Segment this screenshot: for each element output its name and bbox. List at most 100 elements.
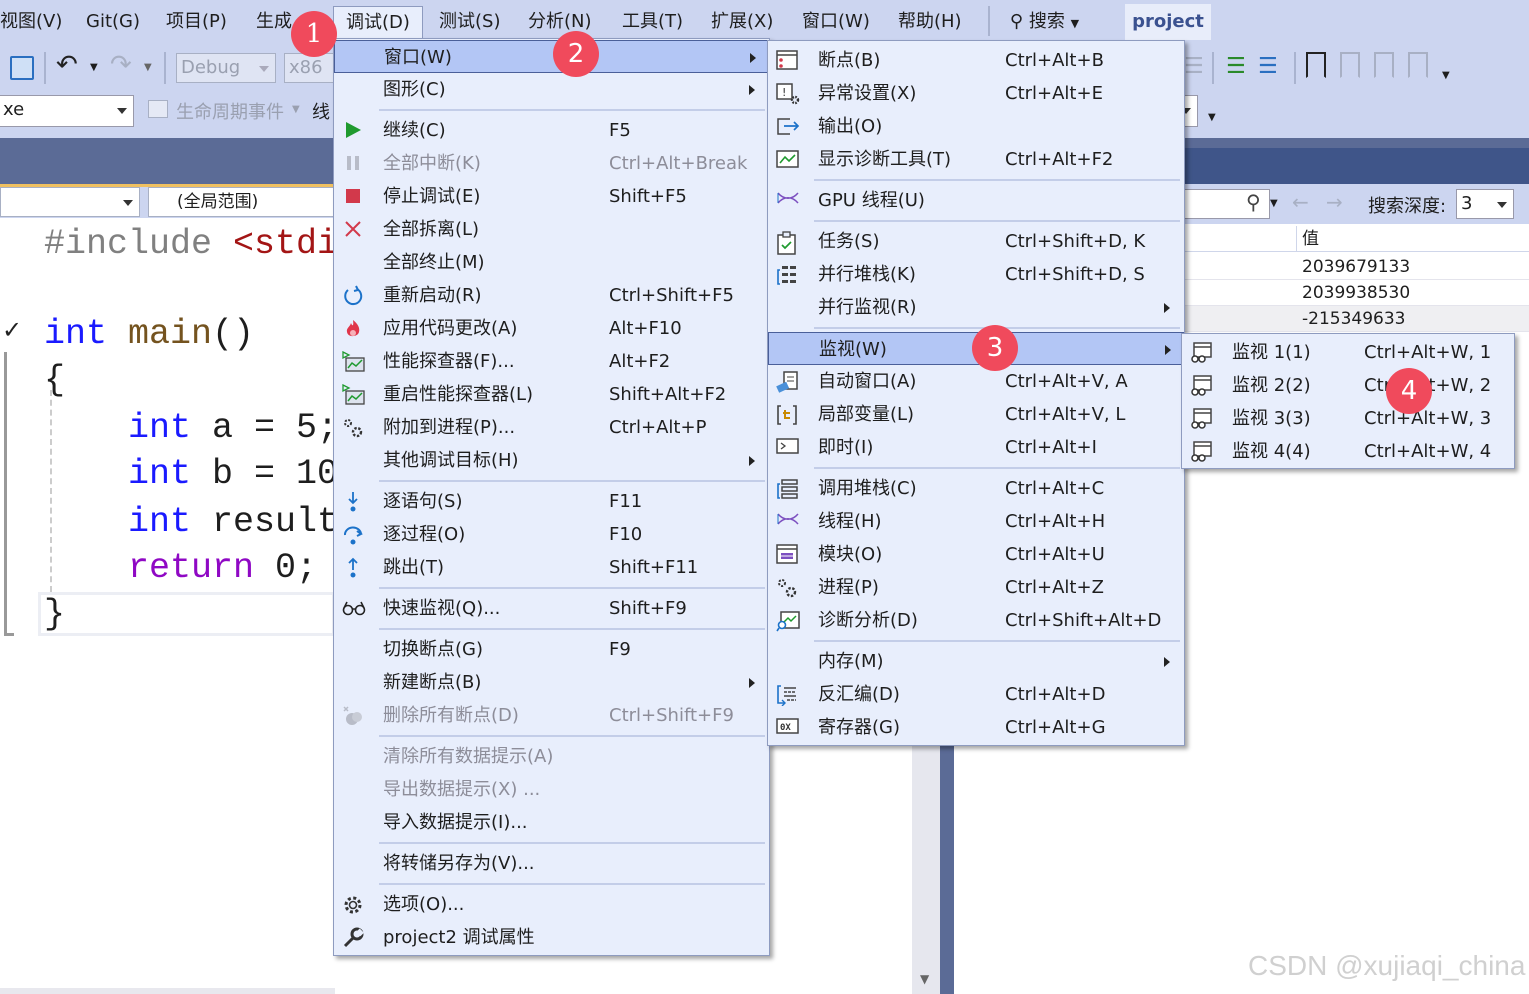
panel-splitter[interactable] (940, 740, 954, 994)
menu-help[interactable]: 帮助(H) (898, 8, 962, 38)
undo-dropdown-icon[interactable]: ▼ (90, 62, 98, 73)
menu-git[interactable]: Git(G) (86, 8, 140, 38)
menu-item[interactable]: 自动窗口(A) Ctrl+Alt+V, A (768, 365, 1184, 398)
format-icon[interactable]: ☰ (1184, 54, 1204, 79)
menu-window[interactable]: 窗口(W) (802, 8, 870, 38)
menu-item[interactable]: 监视 2(2)Ctrl+Alt+W, 2 (1182, 369, 1514, 402)
menu-view[interactable]: 视图(V) (0, 8, 62, 38)
menu-item[interactable]: 继续(C) F5 (334, 114, 769, 147)
menu-item[interactable]: 附加到进程(P)... Ctrl+Alt+P (334, 411, 769, 444)
search-button[interactable]: ⚲ 搜索 ▼ (1010, 8, 1079, 36)
menu-item-shortcut: Shift+F9 (609, 598, 687, 619)
save-icon[interactable] (10, 56, 34, 80)
menu-item[interactable]: 逐过程(O) F10 (334, 518, 769, 551)
project-scope-combo[interactable] (0, 187, 140, 217)
menu-item[interactable]: project2 调试属性 (334, 921, 769, 954)
bookmark-icon[interactable] (1306, 52, 1326, 78)
menu-item[interactable]: 删除所有断点(D) Ctrl+Shift+F9 (334, 699, 769, 732)
configuration-combo[interactable]: Debug (176, 53, 276, 83)
menu-item[interactable]: 重启性能探查器(L) Shift+Alt+F2 (334, 378, 769, 411)
menu-item[interactable]: 导出数据提示(X) ... (334, 773, 769, 806)
vertical-scrollbar[interactable]: ▼ (912, 740, 940, 994)
menu-item[interactable]: 新建断点(B) (334, 666, 769, 699)
menu-item[interactable]: 监视 1(1) Ctrl+Alt+W, 1 (1182, 336, 1514, 369)
menu-item[interactable]: 应用代码更改(A) Alt+F10 (334, 312, 769, 345)
menu-item[interactable]: 跳出(T) Shift+F11 (334, 551, 769, 584)
column-divider[interactable] (1296, 226, 1297, 252)
redo-icon[interactable]: ↷ (110, 50, 132, 80)
prev-bookmark-icon[interactable] (1340, 52, 1360, 78)
menu-tools[interactable]: 工具(T) (622, 8, 683, 38)
toolbar-overflow-icon[interactable]: ▼ (1442, 70, 1450, 81)
code-editor[interactable]: ✓ #include <stdio. int main() { int a = 5;… (0, 218, 380, 994)
menu-item[interactable]: 导入数据提示(I)... (334, 806, 769, 839)
menu-test[interactable]: 测试(S) (439, 8, 500, 38)
menu-item[interactable]: 即时(I) Ctrl+Alt+I (768, 431, 1184, 464)
menu-item[interactable]: 将转储另存为(V)... (334, 847, 769, 880)
menu-item[interactable]: 断点(B) Ctrl+Alt+B (768, 44, 1184, 77)
menu-item[interactable]: 监视 4(4) Ctrl+Alt+W, 4 (1182, 435, 1514, 468)
next-bookmark-icon[interactable] (1374, 52, 1394, 78)
menu-item-label: project2 调试属性 (383, 927, 535, 948)
menu-item[interactable]: 逐语句(S) F11 (334, 485, 769, 518)
redo-dropdown-icon[interactable]: ▼ (144, 62, 152, 73)
undo-icon[interactable]: ↶ (56, 50, 78, 80)
process-combo[interactable]: xe (0, 95, 134, 127)
menu-item[interactable]: 0X 寄存器(G) Ctrl+Alt+G (768, 711, 1184, 744)
menu-item[interactable]: 图形(C) (334, 73, 769, 106)
menu-item[interactable]: 清除所有数据提示(A) (334, 740, 769, 773)
column-header-value[interactable]: 值 (1302, 226, 1319, 252)
search-options-icon[interactable]: ▼ (1270, 198, 1278, 209)
menu-item[interactable]: 监视 3(3) Ctrl+Alt+W, 3 (1182, 402, 1514, 435)
clear-bookmarks-icon[interactable] (1408, 52, 1428, 78)
menu-item[interactable]: GPU 线程(U) (768, 184, 1184, 217)
menu-item-shortcut: Ctrl+Alt+Break (609, 153, 748, 174)
menu-item[interactable]: 窗口(W) (334, 40, 769, 73)
menu-item-label: 切换断点(G) (383, 639, 483, 660)
menu-item[interactable]: ! 异常设置(X) Ctrl+Alt+E (768, 77, 1184, 110)
menu-item[interactable]: 其他调试目标(H) (334, 444, 769, 477)
outdent-icon[interactable]: ☰ (1258, 54, 1278, 79)
menu-item[interactable]: 选项(O)... (334, 888, 769, 921)
search-depth-combo[interactable]: 3 (1456, 189, 1514, 219)
menu-item[interactable]: 全部拆离(L) (334, 213, 769, 246)
menu-item[interactable]: 诊断分析(D) Ctrl+Shift+Alt+D (768, 604, 1184, 637)
scroll-down-icon[interactable]: ▼ (920, 972, 929, 986)
menu-item[interactable]: 任务(S) Ctrl+Shift+D, K (768, 225, 1184, 258)
menu-item[interactable]: 性能探查器(F)... Alt+F2 (334, 345, 769, 378)
menu-build[interactable]: 生成 (256, 8, 292, 38)
menu-item[interactable]: 输出(O) (768, 110, 1184, 143)
forward-arrow-icon[interactable]: → (1326, 190, 1343, 214)
editor-hscrollbar[interactable] (0, 988, 335, 994)
toolbar-overflow-icon[interactable]: ▼ (1208, 112, 1216, 123)
back-arrow-icon[interactable]: ← (1292, 190, 1309, 214)
scope-combo[interactable]: (全局范围) (148, 187, 338, 217)
menu-item[interactable]: 切换断点(G) F9 (334, 633, 769, 666)
menu-item[interactable]: 并行监视(R) (768, 291, 1184, 324)
menu-item[interactable]: 反汇编(D) Ctrl+Alt+D (768, 678, 1184, 711)
menu-item-label: GPU 线程(U) (818, 190, 925, 211)
menu-item[interactable]: 进程(P) Ctrl+Alt+Z (768, 571, 1184, 604)
menu-item[interactable]: 调用堆栈(C) Ctrl+Alt+C (768, 472, 1184, 505)
menu-item[interactable]: 模块(O) Ctrl+Alt+U (768, 538, 1184, 571)
platform-combo[interactable]: x86 (284, 53, 334, 83)
menu-item[interactable]: 线程(H) Ctrl+Alt+H (768, 505, 1184, 538)
menu-item[interactable]: 显示诊断工具(T) Ctrl+Alt+F2 (768, 143, 1184, 176)
indent-icon[interactable]: ☰ (1226, 54, 1246, 79)
lifecycle-dropdown-icon[interactable]: ▼ (292, 104, 300, 115)
svg-text:!: ! (782, 86, 786, 99)
menu-item[interactable]: 全部中断(K) Ctrl+Alt+Break (334, 147, 769, 180)
menu-item[interactable]: 并行堆栈(K) Ctrl+Shift+D, S (768, 258, 1184, 291)
menu-item[interactable]: 内存(M) (768, 645, 1184, 678)
menu-item[interactable]: 全部终止(M) (334, 246, 769, 279)
collapse-check-icon[interactable]: ✓ (2, 316, 22, 344)
menu-item[interactable]: 重新启动(R) Ctrl+Shift+F5 (334, 279, 769, 312)
menu-extensions[interactable]: 扩展(X) (711, 8, 773, 38)
menu-item-label: 继续(C) (383, 120, 446, 141)
menu-item[interactable]: 局部变量(L) Ctrl+Alt+V, L (768, 398, 1184, 431)
menu-item[interactable]: 停止调试(E) Shift+F5 (334, 180, 769, 213)
lifecycle-events-button[interactable]: 生命周期事件 (176, 98, 284, 124)
menu-project[interactable]: 项目(P) (166, 8, 227, 38)
menu-item[interactable]: 快速监视(Q)... Shift+F9 (334, 592, 769, 625)
project-tab[interactable]: project (1125, 4, 1211, 40)
